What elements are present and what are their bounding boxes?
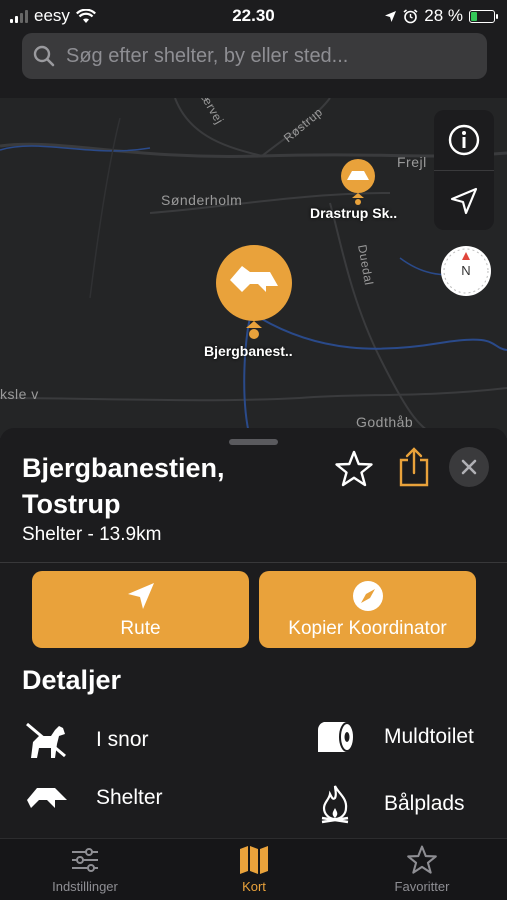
- feature-item: I snor: [22, 720, 149, 760]
- navigation-arrow-icon: [127, 582, 154, 609]
- location-arrow-icon: [385, 10, 397, 22]
- feature-item: Bålplads: [310, 784, 465, 824]
- map-icon: [240, 846, 268, 874]
- tab-label: Favoritter: [394, 879, 450, 894]
- alarm-icon: [403, 8, 418, 23]
- shelter-pin-icon: [341, 159, 375, 205]
- detail-sheet: Bjergbanestien, Tostrup Shelter - 13.9km…: [0, 428, 507, 838]
- map-label: ksle v: [0, 386, 39, 402]
- map-pin-selected[interactable]: [214, 244, 294, 345]
- battery-icon: [469, 9, 498, 23]
- share-button[interactable]: [393, 446, 435, 488]
- tab-label: Kort: [242, 879, 266, 894]
- copy-coordinates-button[interactable]: Kopier Koordinator: [259, 571, 476, 648]
- map-pin[interactable]: [338, 158, 378, 211]
- dog-leash-icon: [22, 720, 72, 760]
- route-button[interactable]: Rute: [32, 571, 249, 648]
- search-icon: [33, 45, 55, 67]
- info-button[interactable]: [434, 110, 494, 170]
- sheet-grabber[interactable]: [229, 439, 278, 445]
- compass-button[interactable]: N: [441, 246, 491, 296]
- compass-label: N: [461, 263, 471, 278]
- map-label: Sønderholm: [161, 192, 243, 208]
- feature-label: Shelter: [96, 786, 163, 809]
- tab-bar: Indstillinger Kort Favoritter: [0, 838, 507, 900]
- compass-icon: [352, 580, 383, 611]
- shelter-pin-icon: [216, 245, 292, 339]
- status-bar: eesy 22.30 28 %: [0, 0, 507, 30]
- favorite-button[interactable]: [333, 448, 375, 490]
- copy-coordinates-label: Kopier Koordinator: [288, 617, 447, 639]
- feature-label: Bålplads: [384, 792, 465, 815]
- toilet-paper-icon: [310, 720, 360, 754]
- tab-settings[interactable]: Indstillinger: [5, 845, 165, 894]
- shelter-title: Bjergbanestien, Tostrup: [22, 453, 225, 519]
- feature-label: I snor: [96, 728, 149, 751]
- section-title: Detaljer: [22, 665, 122, 695]
- search-input[interactable]: [66, 44, 466, 68]
- feature-label: Muldtoilet: [384, 725, 474, 748]
- divider: [0, 562, 507, 563]
- info-icon: [448, 124, 480, 156]
- sliders-icon: [72, 848, 98, 872]
- star-icon: [407, 845, 437, 874]
- map-controls: [434, 110, 494, 230]
- close-icon: [461, 459, 477, 475]
- feature-item: Shelter: [22, 784, 163, 812]
- shelter-icon: [22, 784, 72, 812]
- tab-label: Indstillinger: [52, 879, 118, 894]
- search-bar[interactable]: [22, 33, 487, 79]
- fire-icon: [310, 784, 360, 824]
- tab-favorites[interactable]: Favoritter: [342, 845, 502, 894]
- map-pin-label: Drastrup Sk..: [310, 205, 398, 221]
- map-pin-label: Bjergbanest..: [204, 343, 293, 359]
- shelter-subtitle: Shelter - 13.9km: [22, 524, 162, 545]
- close-button[interactable]: [449, 447, 489, 487]
- feature-item: Muldtoilet: [310, 720, 474, 754]
- share-icon: [399, 447, 429, 487]
- locate-button[interactable]: [434, 171, 494, 231]
- map-label: Frejl: [397, 154, 427, 170]
- tab-map[interactable]: Kort: [174, 845, 334, 894]
- map-view[interactable]: ærvej Røstrup Sønderholm Frejl Duedal ks…: [0, 98, 507, 438]
- location-arrow-icon: [450, 187, 478, 215]
- battery-percent: 28 %: [424, 6, 463, 25]
- star-icon: [335, 450, 373, 487]
- search-area: [0, 30, 507, 98]
- route-label: Rute: [120, 617, 161, 639]
